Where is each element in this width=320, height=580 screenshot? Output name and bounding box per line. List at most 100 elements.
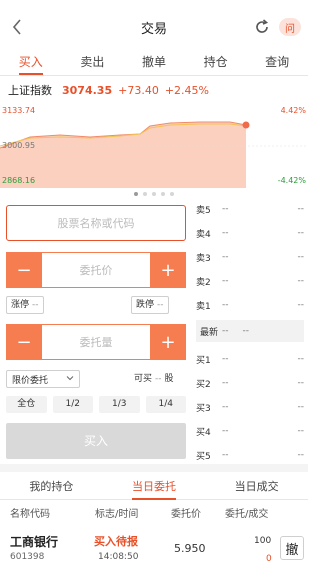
index-value: 3074.35 [62,83,113,97]
qty-third-button[interactable]: 1/3 [99,396,140,413]
chart-pager [0,190,308,198]
section-divider [0,464,308,472]
tab-today-orders[interactable]: 当日委托 [103,474,206,500]
tab-buy-label: 买入 [18,51,43,75]
orderbook-sell-row[interactable]: 卖5 -- -- [196,200,304,218]
qty-all-button[interactable]: 全仓 [6,396,47,413]
orderbook-level-label: 买1 [196,355,211,366]
pager-dot-active[interactable] [134,192,138,196]
tab-query[interactable]: 查询 [246,50,308,75]
orderbook-buy-row[interactable]: 买1 -- -- [196,350,304,368]
chart-current-point [242,121,250,129]
quantity-stepper: − 委托量 + [6,324,186,360]
back-icon[interactable] [8,17,26,37]
orderbook-level-label: 买2 [196,379,211,390]
stock-search-input[interactable]: 股票名称或代码 [6,205,186,241]
status-bar [0,0,308,8]
order-flag: 买入待报 [94,535,138,548]
quantity-input[interactable]: 委托量 [42,324,150,360]
price-stepper: − 委托价 + [6,252,186,288]
orderbook-volume: -- [297,378,305,388]
limit-up[interactable]: 涨停 -- [6,296,44,314]
orderbook-level-label: 卖4 [196,229,211,240]
tab-cancel[interactable]: 撤单 [123,50,185,75]
refresh-icon[interactable] [252,17,272,37]
quantity-minus-button[interactable]: − [6,324,42,360]
trade-tabs: 买入 卖出 撤单 持仓 查询 [0,50,308,76]
orderbook-level-label: 卖5 [196,205,211,216]
page-title: 交易 [140,21,167,37]
orderbook-buy-row[interactable]: 买4 -- -- [196,422,304,440]
tab-today-deals[interactable]: 当日成交 [205,474,308,499]
chevron-down-icon [66,376,74,381]
price-minus-button[interactable]: − [6,252,42,288]
orderbook-sell-row[interactable]: 卖3 -- -- [196,248,304,266]
qty-quarter-button[interactable]: 1/4 [145,396,186,413]
col-qty: 委托/成交 [225,508,269,520]
orderbook-sell-row[interactable]: 卖4 -- -- [196,224,304,242]
index-percent: +2.45% [164,83,209,97]
limit-up-label: 涨停 -- [6,296,44,314]
orderbook-volume: -- [297,402,305,412]
pager-dot[interactable] [143,192,147,196]
price-input[interactable]: 委托价 [42,252,150,288]
index-name: 上证指数 [8,84,52,97]
orderbook-volume: -- [297,276,305,286]
orders-table-header: 名称代码 标志/时间 委托价 委托/成交 [0,502,308,522]
orderbook-price: -- [222,402,229,412]
index-summary[interactable]: 上证指数 3074.35 +73.40 +2.45% [0,78,308,102]
tab-today-orders-label: 当日委托 [132,476,176,500]
pager-dot[interactable] [170,192,174,196]
help-button[interactable]: 问 [279,18,301,36]
chart-pct-top: 4.42% [280,106,306,115]
orderbook-price: -- [222,228,229,238]
table-row[interactable]: 工商银行 601398 买入待报 14:08:50 5.950 100 0 撤 [0,524,308,572]
orderbook-price: -- [222,450,229,460]
order-stock-name: 工商银行 [10,535,59,549]
quick-qty-buttons: 全仓 1/2 1/3 1/4 [6,396,186,413]
tab-positions[interactable]: 持仓 [185,50,247,75]
orderbook-volume: -- [297,228,305,238]
quantity-plus-button[interactable]: + [150,324,186,360]
orderbook-price: -- [222,426,229,436]
orderbook-price: -- [222,378,229,388]
chart-pct-bottom: -4.42% [277,176,306,185]
orderbook-volume: -- [297,300,305,310]
pager-dot[interactable] [152,192,156,196]
orderbook-buy-row[interactable]: 买3 -- -- [196,398,304,416]
orderbook-buy-row[interactable]: 买2 -- -- [196,374,304,392]
pager-dot[interactable] [161,192,165,196]
index-change: +73.40 [118,83,159,97]
limit-down[interactable]: 跌停 -- [131,296,169,314]
order-price: 5.950 [174,542,206,555]
latest-price-row[interactable]: 最新 -- -- [196,320,304,342]
price-plus-button[interactable]: + [150,252,186,288]
tab-sell[interactable]: 卖出 [62,50,124,75]
cancel-order-button[interactable]: 撤 [280,536,304,560]
orderbook-level-label: 卖1 [196,301,211,312]
orderbook-price: -- [222,276,229,286]
orderbook-buy-row[interactable]: 买5 -- -- [196,446,304,464]
orderbook-level-label: 买4 [196,427,211,438]
buy-button[interactable]: 买入 [6,423,186,459]
orderbook-sell-row[interactable]: 卖1 -- -- [196,296,304,314]
orderbook-level-label: 卖2 [196,277,211,288]
order-qty-filled: 0 [266,554,272,564]
order-type-select[interactable]: 限价委托 [6,370,80,388]
orderbook-volume: -- [297,252,305,262]
orderbook-sell-row[interactable]: 卖2 -- -- [196,272,304,290]
orderbook-price: -- [222,252,229,262]
col-flag-time: 标志/时间 [95,508,139,520]
orderbook-level-label: 买3 [196,403,211,414]
tab-buy[interactable]: 买入 [0,50,62,75]
orderbook-price: -- [222,354,229,364]
orderbook-price: -- [222,300,229,310]
tab-my-positions[interactable]: 我的持仓 [0,474,103,499]
orderbook-price: -- [222,204,229,214]
chart-y-mid: 3000.95 [2,141,36,150]
can-buy-info: 可买 -- 股 [134,374,174,384]
chart-y-top: 3133.74 [2,106,36,115]
orderbook-volume: -- [297,426,305,436]
index-intraday-chart[interactable]: 3133.74 3000.95 2868.16 4.42% -4.42% [0,104,308,188]
qty-half-button[interactable]: 1/2 [52,396,93,413]
